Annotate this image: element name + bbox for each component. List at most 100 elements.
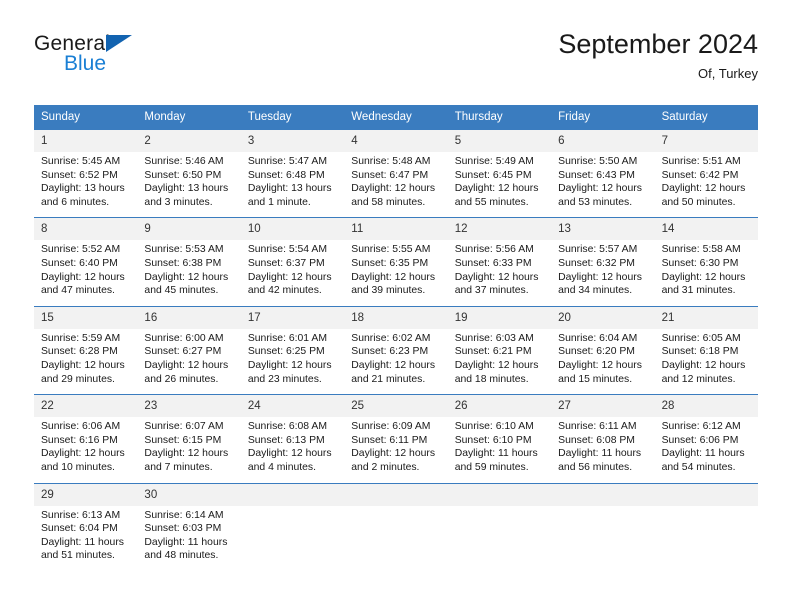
day-cell: Sunrise: 6:05 AM Sunset: 6:18 PM Dayligh… xyxy=(655,329,758,394)
sunrise-text: Sunrise: 6:02 AM xyxy=(351,332,431,344)
day-cell: Sunrise: 6:04 AM Sunset: 6:20 PM Dayligh… xyxy=(551,329,654,394)
sunset-text: Sunset: 6:30 PM xyxy=(661,257,739,269)
day-number: 15 xyxy=(41,311,54,324)
calendar-week-row: 22 23 24 25 26 27 28 Sunrise: 6:06 AM Su… xyxy=(34,394,758,483)
weekday-header-tuesday: Tuesday xyxy=(247,111,292,123)
weekday-header-monday: Monday xyxy=(144,111,186,123)
sunset-text: Sunset: 6:32 PM xyxy=(558,257,635,269)
day-cell: Sunrise: 5:57 AM Sunset: 6:32 PM Dayligh… xyxy=(551,240,654,305)
day-number: 10 xyxy=(247,223,261,236)
sunset-text: Sunset: 6:18 PM xyxy=(661,346,739,358)
weekday-header-friday: Friday xyxy=(558,111,591,123)
daylight-text: Daylight: 11 hours and 54 minutes. xyxy=(661,448,745,473)
daylight-text: Daylight: 12 hours and 4 minutes. xyxy=(247,448,332,473)
calendar-week-row: 15 16 17 18 19 20 21 Sunrise: 5:59 AM Su… xyxy=(34,305,758,395)
sunrise-text: Sunrise: 6:08 AM xyxy=(247,421,327,433)
daylight-text: Daylight: 12 hours and 15 minutes. xyxy=(558,359,642,385)
day-cell: Sunrise: 5:56 AM Sunset: 6:33 PM Dayligh… xyxy=(448,240,551,305)
sunset-text: Sunset: 6:43 PM xyxy=(558,169,635,181)
day-number: 28 xyxy=(661,400,675,413)
day-number: 27 xyxy=(558,400,571,413)
sunset-text: Sunset: 6:16 PM xyxy=(41,434,118,446)
day-number xyxy=(551,484,654,506)
daylight-text: Daylight: 12 hours and 23 minutes. xyxy=(247,359,332,385)
daylight-text: Daylight: 12 hours and 10 minutes. xyxy=(41,448,125,473)
day-number: 21 xyxy=(661,311,675,324)
daylight-text: Daylight: 13 hours and 3 minutes. xyxy=(144,183,229,208)
daylight-text: Daylight: 11 hours and 59 minutes. xyxy=(454,448,538,473)
sunset-text: Sunset: 6:25 PM xyxy=(247,346,325,358)
sunset-text: Sunset: 6:15 PM xyxy=(144,434,222,446)
day-cell: Sunrise: 5:58 AM Sunset: 6:30 PM Dayligh… xyxy=(655,240,758,305)
calendar-page: General Blue September 2024 Of, Turkey S… xyxy=(0,0,792,612)
sunrise-text: Sunrise: 5:54 AM xyxy=(247,244,327,256)
daylight-text: Daylight: 13 hours and 1 minute. xyxy=(247,183,332,208)
day-cell: Sunrise: 5:59 AM Sunset: 6:28 PM Dayligh… xyxy=(34,329,137,394)
day-cell: Sunrise: 6:03 AM Sunset: 6:21 PM Dayligh… xyxy=(448,329,551,394)
daylight-text: Daylight: 11 hours and 51 minutes. xyxy=(41,536,124,562)
sunrise-text: Sunrise: 6:10 AM xyxy=(454,421,534,433)
logo-text-blue: Blue xyxy=(64,52,107,75)
day-cell: Sunrise: 5:54 AM Sunset: 6:37 PM Dayligh… xyxy=(241,240,344,305)
day-number: 14 xyxy=(661,223,675,236)
daylight-text: Daylight: 12 hours and 39 minutes. xyxy=(351,271,436,297)
day-cell: Sunrise: 5:50 AM Sunset: 6:43 PM Dayligh… xyxy=(551,152,654,217)
day-number: 26 xyxy=(454,400,468,413)
daylight-text: Daylight: 12 hours and 31 minutes. xyxy=(661,271,746,297)
daylight-text: Daylight: 11 hours and 48 minutes. xyxy=(144,536,228,562)
day-number: 29 xyxy=(41,488,54,501)
sunrise-text: Sunrise: 6:09 AM xyxy=(351,421,431,433)
week-daynumber-strip: 15 16 17 18 19 20 21 xyxy=(34,306,758,329)
day-cell-empty xyxy=(241,506,344,571)
week-detail-strip: Sunrise: 6:13 AM Sunset: 6:04 PM Dayligh… xyxy=(34,505,758,571)
calendar-week-row: 1 2 3 4 5 6 7 Sunrise: 5:45 AM Sunset: 6… xyxy=(34,129,758,218)
day-cell: Sunrise: 5:48 AM Sunset: 6:47 PM Dayligh… xyxy=(344,152,447,217)
day-number: 25 xyxy=(351,400,365,413)
day-cell-empty xyxy=(344,506,447,571)
day-number: 17 xyxy=(247,311,261,324)
sunrise-text: Sunrise: 5:52 AM xyxy=(41,244,121,256)
day-number: 5 xyxy=(454,135,462,147)
day-number: 22 xyxy=(41,400,54,413)
daylight-text: Daylight: 12 hours and 2 minutes. xyxy=(351,448,436,473)
sunset-text: Sunset: 6:03 PM xyxy=(144,523,222,535)
sunrise-text: Sunrise: 5:57 AM xyxy=(558,244,638,256)
calendar-week-row: 8 9 10 11 12 13 14 Sunrise: 5:52 AM Suns… xyxy=(34,217,758,306)
daylight-text: Daylight: 11 hours and 56 minutes. xyxy=(558,448,642,473)
daylight-text: Daylight: 12 hours and 42 minutes. xyxy=(247,271,332,297)
sunset-text: Sunset: 6:48 PM xyxy=(247,169,325,181)
sunrise-text: Sunrise: 6:00 AM xyxy=(144,332,224,344)
day-cell: Sunrise: 6:07 AM Sunset: 6:15 PM Dayligh… xyxy=(137,417,240,482)
day-cell: Sunrise: 5:47 AM Sunset: 6:48 PM Dayligh… xyxy=(241,152,344,217)
weekday-header-row: Sunday Monday Tuesday Wednesday Thursday… xyxy=(34,105,758,129)
sunset-text: Sunset: 6:06 PM xyxy=(661,434,739,446)
day-number: 24 xyxy=(247,400,261,413)
week-daynumber-strip: 22 23 24 25 26 27 28 xyxy=(34,395,758,418)
sunrise-text: Sunrise: 5:45 AM xyxy=(41,156,121,167)
day-cell: Sunrise: 5:46 AM Sunset: 6:50 PM Dayligh… xyxy=(137,152,240,217)
day-cell-empty xyxy=(655,506,758,571)
sunrise-text: Sunrise: 5:51 AM xyxy=(661,156,741,167)
sunset-text: Sunset: 6:52 PM xyxy=(41,169,118,181)
sunrise-text: Sunrise: 6:05 AM xyxy=(661,332,741,344)
sunrise-text: Sunrise: 5:50 AM xyxy=(558,156,638,167)
day-number: 23 xyxy=(144,400,158,413)
sunset-text: Sunset: 6:08 PM xyxy=(558,434,635,446)
day-number: 3 xyxy=(247,135,255,147)
day-number: 8 xyxy=(41,223,48,236)
sunrise-text: Sunrise: 5:55 AM xyxy=(351,244,431,256)
sunrise-text: Sunrise: 5:56 AM xyxy=(454,244,534,256)
day-number: 19 xyxy=(454,311,468,324)
day-number: 13 xyxy=(558,223,571,236)
day-number: 2 xyxy=(144,135,151,147)
day-number: 30 xyxy=(144,488,158,501)
daylight-text: Daylight: 12 hours and 37 minutes. xyxy=(454,271,539,297)
daylight-text: Daylight: 12 hours and 58 minutes. xyxy=(351,183,436,208)
sunset-text: Sunset: 6:47 PM xyxy=(351,169,429,181)
sunset-text: Sunset: 6:33 PM xyxy=(454,257,532,269)
weekday-header-saturday: Saturday xyxy=(661,111,708,123)
sunset-text: Sunset: 6:28 PM xyxy=(41,346,118,358)
day-number: 16 xyxy=(144,311,158,324)
sunset-text: Sunset: 6:38 PM xyxy=(144,257,222,269)
sunrise-text: Sunrise: 5:46 AM xyxy=(144,156,224,167)
